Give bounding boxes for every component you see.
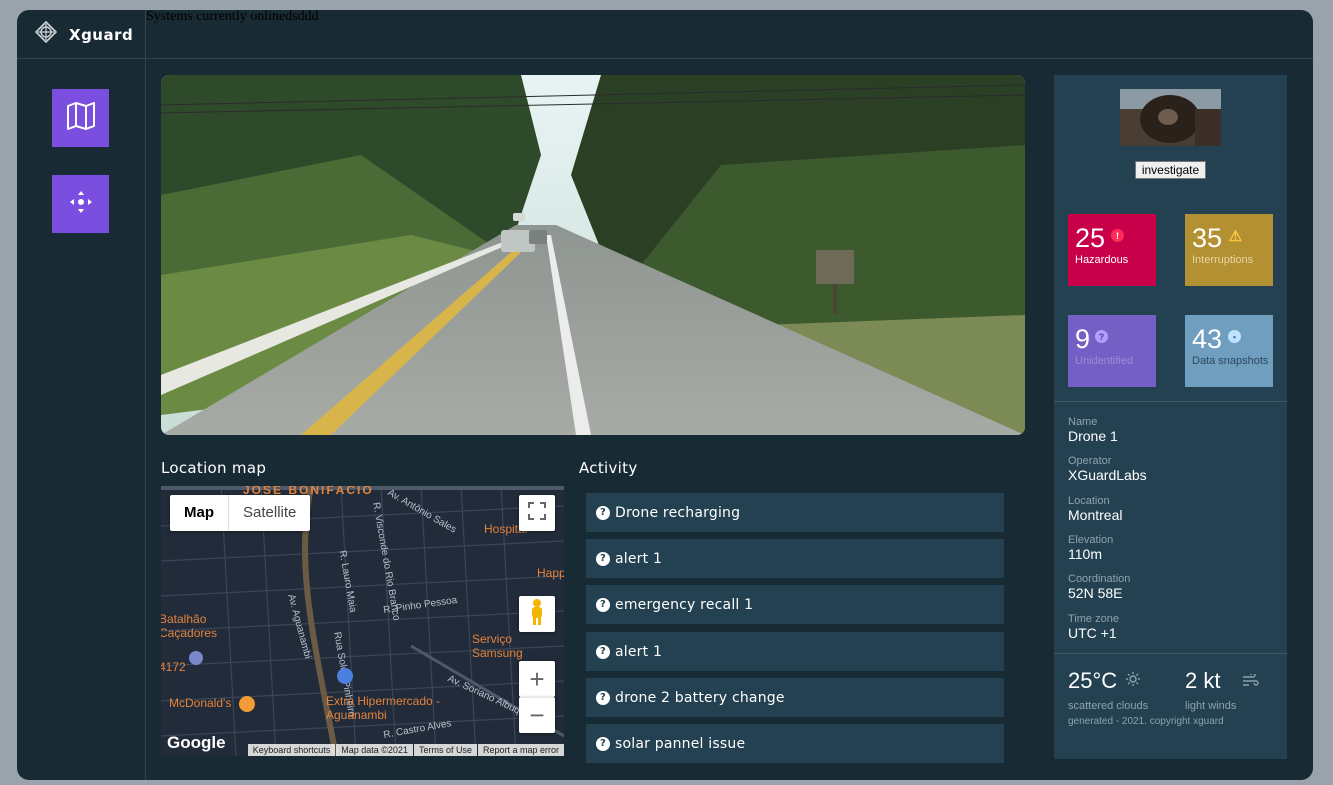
- pegman-icon: [529, 598, 545, 631]
- divider: [1054, 401, 1287, 402]
- status-banner: Systems currently onlinedsddd: [146, 9, 319, 24]
- investigate-button[interactable]: investigate: [1135, 161, 1206, 179]
- info-label: Time zone: [1068, 613, 1119, 625]
- wind-value: 2 kt: [1185, 668, 1221, 693]
- question-circle-icon: ?: [596, 644, 610, 659]
- info-label: Name: [1068, 416, 1098, 428]
- activity-label: alert 1: [615, 643, 663, 660]
- activity-item[interactable]: ? alert 1: [586, 539, 1004, 578]
- question-circle-icon: ?: [596, 551, 610, 566]
- road-camera-feed: [161, 75, 1025, 435]
- zoom-out-button[interactable]: −: [519, 697, 555, 733]
- activity-label: emergency recall 1: [615, 596, 754, 613]
- brand[interactable]: Xguard: [17, 10, 146, 59]
- stat-label: Hazardous: [1075, 254, 1129, 266]
- info-value: UTC +1: [1068, 625, 1117, 641]
- app-shell: Xguard Location map Activity JOSÉ BONIFÁ…: [17, 10, 1313, 780]
- divider: [1054, 653, 1287, 654]
- brand-name: Xguard: [69, 25, 134, 44]
- stat-interruptions[interactable]: 35 Interruptions ⚠: [1185, 214, 1273, 286]
- activity-item[interactable]: ? emergency recall 1: [586, 585, 1004, 624]
- map-poi: McDonald's: [169, 696, 232, 710]
- temperature-value: 25°C: [1068, 668, 1118, 693]
- info-label: Location: [1068, 495, 1110, 507]
- terms-link[interactable]: Terms of Use: [413, 744, 477, 756]
- activity-label: solar pannel issue: [615, 735, 746, 752]
- activity-label: alert 1: [615, 550, 663, 567]
- move-arrows-icon: [69, 190, 93, 219]
- question-circle-icon: ?: [596, 597, 610, 612]
- activity-item[interactable]: ? alert 1: [586, 632, 1004, 671]
- info-value: 110m: [1068, 546, 1102, 562]
- map-footer: Keyboard shortcuts Map data ©2021 Terms …: [247, 744, 564, 756]
- info-label: Elevation: [1068, 534, 1114, 546]
- question-circle-icon: ?: [596, 736, 610, 751]
- sidebar: [17, 59, 146, 780]
- map-poi: 4172: [161, 660, 186, 674]
- stat-data-snapshots[interactable]: 43 Data snapshots •: [1185, 315, 1273, 387]
- warning-triangle-icon: ⚠: [1228, 227, 1243, 245]
- map-type-map[interactable]: Map: [170, 495, 229, 531]
- map-poi: Batalhão Caçadores: [161, 612, 218, 640]
- stat-unidentified[interactable]: 9 Unidentified ?: [1068, 315, 1156, 387]
- map-poi: Serviço Samsung: [472, 632, 523, 660]
- info-label: Coordination: [1068, 573, 1131, 585]
- info-value: Drone 1: [1068, 428, 1118, 444]
- map-view-button[interactable]: [52, 89, 109, 147]
- temperature-desc: scattered clouds: [1068, 700, 1149, 712]
- stat-hazardous[interactable]: 25 Hazardous !: [1068, 214, 1156, 286]
- fullscreen-icon: [528, 501, 546, 525]
- map-poi: Happy: [537, 566, 564, 580]
- zoom-in-button[interactable]: +: [519, 661, 555, 697]
- exclamation-circle-icon: !: [1111, 229, 1124, 242]
- stat-value: 9: [1075, 324, 1091, 354]
- info-value: Montreal: [1068, 507, 1123, 523]
- map-poi: Extra Hipermercado - Aguanambi: [326, 694, 441, 722]
- info-label: Operator: [1068, 455, 1112, 467]
- info-value: 52N 58E: [1068, 585, 1123, 601]
- question-circle-icon: ?: [596, 690, 610, 705]
- stat-label: Interruptions: [1192, 254, 1254, 266]
- activity-label: Drone recharging: [615, 504, 741, 521]
- activity-title: Activity: [579, 459, 638, 477]
- activity-item[interactable]: ? solar pannel issue: [586, 724, 1004, 763]
- map-icon: [66, 101, 96, 135]
- dot-circle-icon: •: [1228, 330, 1241, 343]
- drone-info-panel: investigate 25 Hazardous ! 35 Interrupti…: [1054, 75, 1287, 759]
- google-logo: Google: [167, 733, 226, 752]
- map-type-satellite[interactable]: Satellite: [229, 495, 310, 531]
- stat-label: Unidentified: [1075, 355, 1134, 367]
- question-circle-icon: ?: [1095, 330, 1108, 343]
- video-feed[interactable]: [161, 75, 1025, 435]
- activity-item[interactable]: ? drone 2 battery change: [586, 678, 1004, 717]
- transit-pin-icon[interactable]: [189, 651, 203, 665]
- wind-icon: [1243, 672, 1259, 691]
- wind-desc: light winds: [1185, 700, 1237, 712]
- copyright-note: generated - 2021. copyright xguard: [1068, 716, 1224, 727]
- question-circle-icon: ?: [596, 505, 610, 520]
- shopping-pin-icon[interactable]: [337, 668, 353, 684]
- report-error-link[interactable]: Report a map error: [477, 744, 564, 756]
- snapshot-thumbnail[interactable]: [1120, 89, 1221, 146]
- location-map[interactable]: JOSÉ BONIFÁCIO Av. Antônio Sales R. Visc…: [161, 486, 564, 756]
- location-map-title: Location map: [161, 459, 267, 477]
- map-type-toggle: Map Satellite: [170, 495, 311, 531]
- restaurant-pin-icon[interactable]: [239, 696, 255, 712]
- weather-sun-icon: [1126, 672, 1140, 691]
- info-value: XGuardLabs: [1068, 467, 1147, 483]
- map-data-link[interactable]: Map data ©2021: [336, 744, 413, 756]
- activity-item[interactable]: ? Drone recharging: [586, 493, 1004, 532]
- keyboard-shortcuts-link[interactable]: Keyboard shortcuts: [247, 744, 336, 756]
- move-control-button[interactable]: [52, 175, 109, 233]
- street-view-pegman[interactable]: [519, 596, 555, 632]
- activity-label: drone 2 battery change: [615, 689, 785, 706]
- fullscreen-button[interactable]: [519, 495, 555, 531]
- crosshair-diamond-icon: [34, 20, 58, 48]
- stat-label: Data snapshots: [1192, 355, 1269, 367]
